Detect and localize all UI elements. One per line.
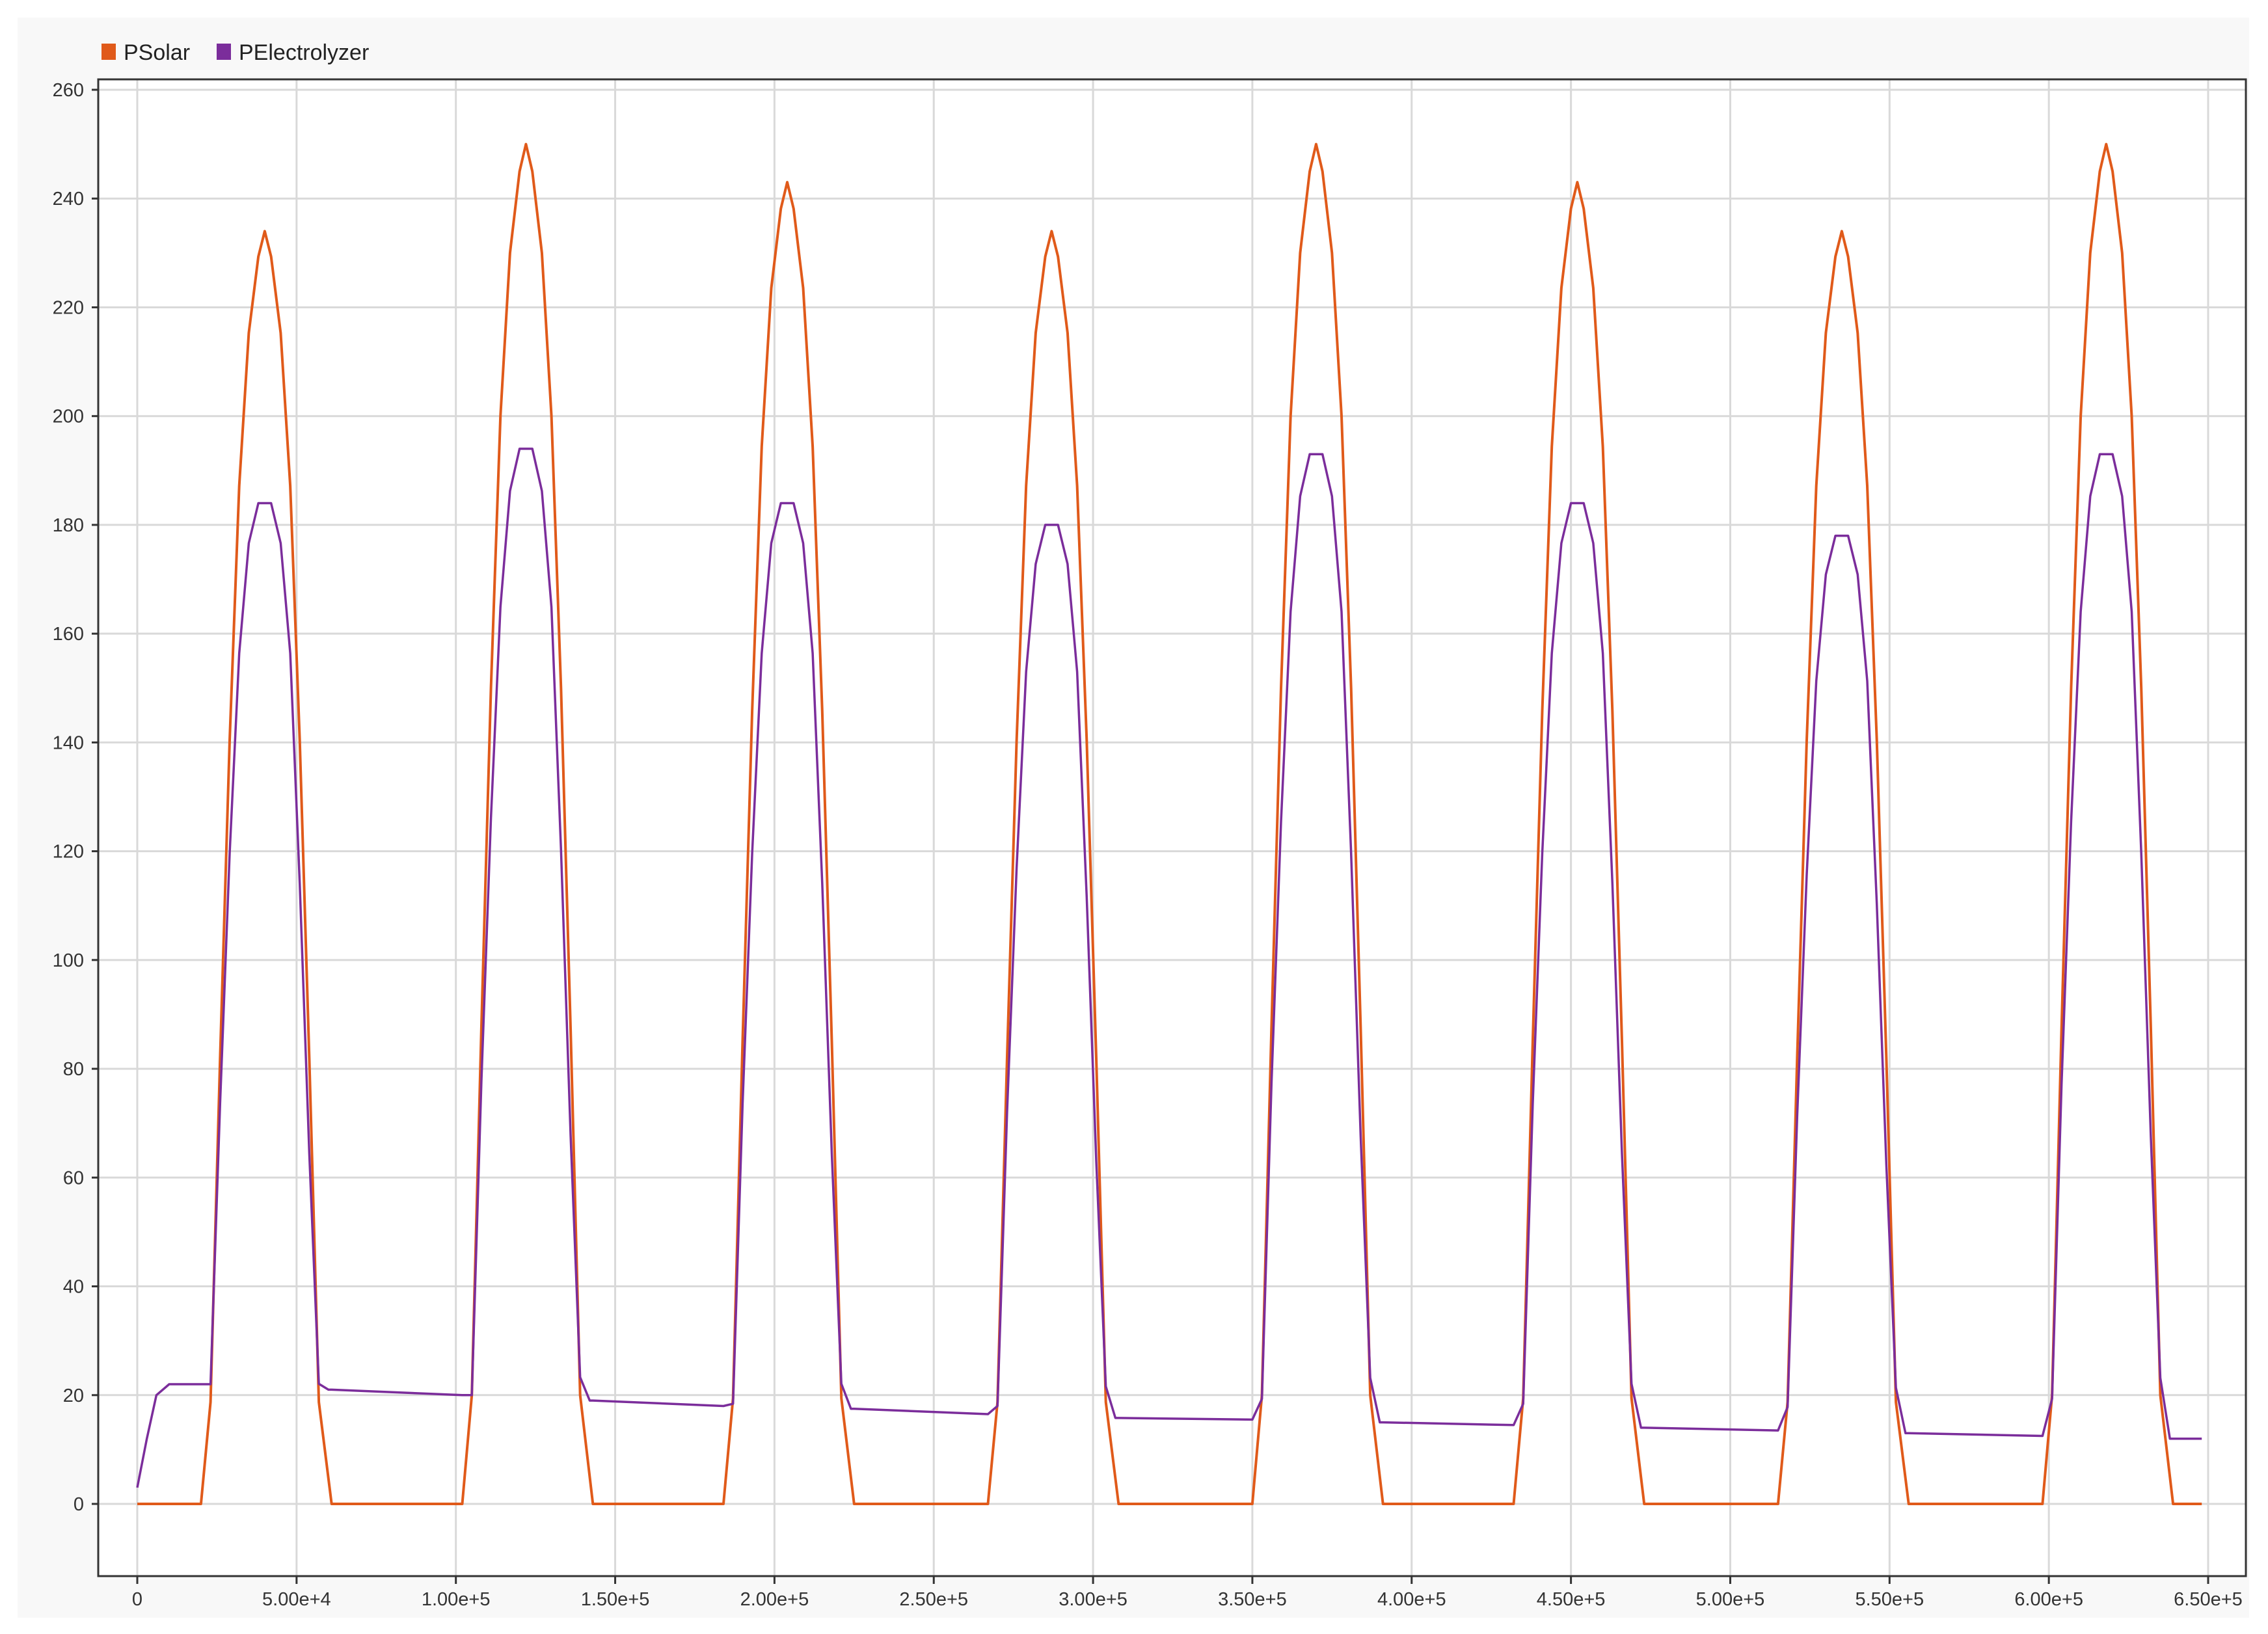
x-tick-label: 0	[132, 1589, 142, 1610]
y-tick-label: 40	[63, 1277, 84, 1298]
x-tick-label: 6.00e+5	[2014, 1589, 2083, 1610]
legend-label-pelectrolyzer[interactable]: PElectrolyzer	[239, 40, 369, 65]
y-tick-label: 0	[74, 1494, 84, 1515]
y-tick-label: 140	[53, 732, 84, 753]
x-tick-label: 4.50e+5	[1537, 1589, 1606, 1610]
x-tick-label: 2.50e+5	[899, 1589, 968, 1610]
legend-swatch-pelectrolyzer	[217, 44, 231, 60]
y-tick-label: 120	[53, 842, 84, 863]
x-tick-label: 5.00e+4	[262, 1589, 331, 1610]
x-tick-label: 6.50e+5	[2174, 1589, 2243, 1610]
y-tick-label: 20	[63, 1386, 84, 1406]
x-tick-label: 5.50e+5	[1855, 1589, 1924, 1610]
y-tick-label: 80	[63, 1059, 84, 1080]
legend-swatch-psolar	[101, 44, 116, 60]
y-tick-label: 240	[53, 189, 84, 209]
plot-area	[98, 79, 2246, 1576]
y-tick-label: 100	[53, 950, 84, 971]
y-tick-label: 200	[53, 407, 84, 427]
x-tick-label: 5.00e+5	[1696, 1589, 1765, 1610]
x-tick-label: 3.50e+5	[1218, 1589, 1287, 1610]
y-tick-label: 260	[53, 80, 84, 101]
y-tick-label: 160	[53, 624, 84, 645]
y-tick-label: 180	[53, 515, 84, 536]
y-tick-label: 60	[63, 1168, 84, 1188]
x-tick-label: 3.00e+5	[1059, 1589, 1127, 1610]
line-chart: 0 20 40 60 80 100 120 140 160 180 200 220 240 260 0 5.…	[18, 18, 2249, 1618]
x-tick-label: 2.00e+5	[740, 1589, 809, 1610]
x-tick-label: 1.50e+5	[581, 1589, 650, 1610]
x-tick-label: 4.00e+5	[1377, 1589, 1446, 1610]
legend-label-psolar[interactable]: PSolar	[124, 40, 190, 65]
y-tick-label: 220	[53, 297, 84, 318]
x-tick-label: 1.00e+5	[422, 1589, 491, 1610]
